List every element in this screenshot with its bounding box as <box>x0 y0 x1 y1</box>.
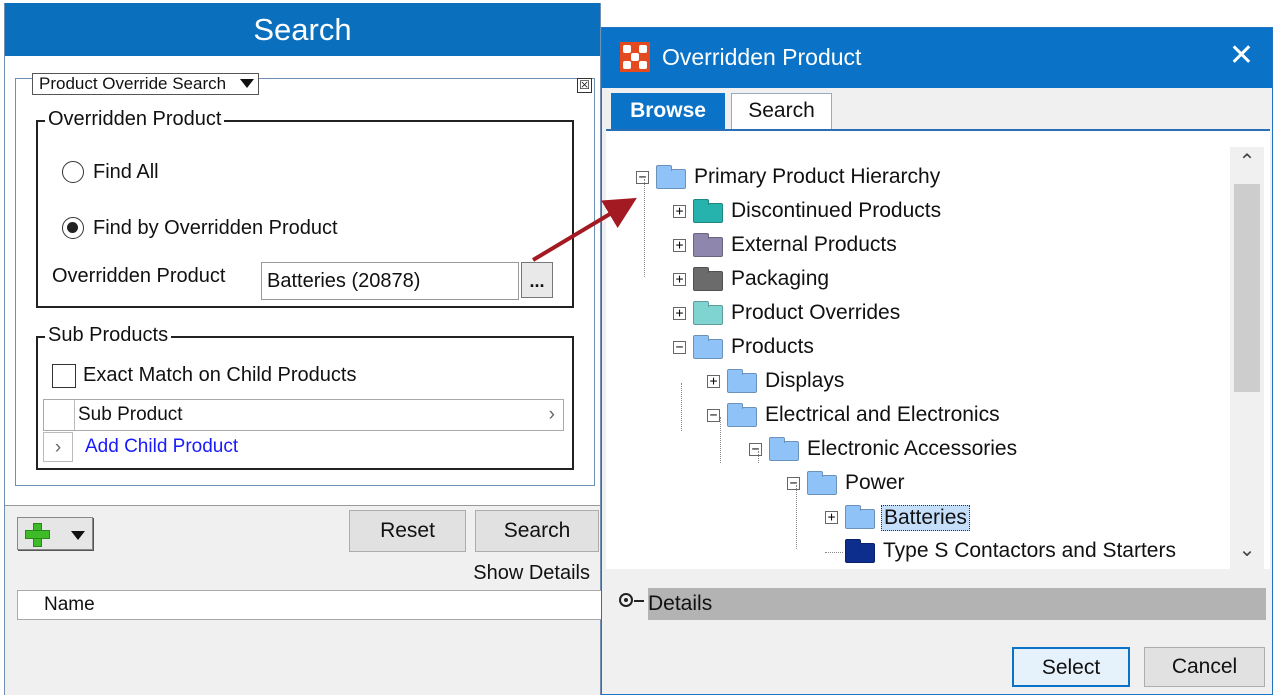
plus-icon-bar <box>25 530 50 539</box>
tree-item-label: Type S Contactors and Starters <box>883 539 1176 562</box>
reset-button[interactable]: Reset <box>349 510 466 552</box>
folder-icon <box>845 505 875 529</box>
exact-match-label: Exact Match on Child Products <box>83 364 357 386</box>
collapse-icon[interactable]: − <box>636 171 649 184</box>
tree-connector <box>720 417 721 463</box>
expand-icon[interactable]: + <box>673 307 686 320</box>
expand-icon[interactable]: + <box>673 205 686 218</box>
tree-item-label: Product Overrides <box>731 301 901 324</box>
search-criteria-area: Product Override Search ☒ Overridden Pro… <box>5 56 600 506</box>
search-toolbar: Reset Search Show Details Name <box>5 506 607 695</box>
sub-products-legend: Sub Products <box>45 324 172 346</box>
expand-icon[interactable]: + <box>673 239 686 252</box>
close-icon[interactable]: ✕ <box>1229 38 1254 73</box>
collapse-icon[interactable]: − <box>749 443 762 456</box>
tree-item-label: Products <box>731 335 814 358</box>
add-button[interactable] <box>17 517 93 550</box>
add-child-row[interactable]: › Add Child Product <box>43 432 564 464</box>
expand-icon[interactable]: + <box>673 273 686 286</box>
dialog-titlebar: Overridden Product ✕ <box>602 28 1272 88</box>
collapse-icon[interactable]: − <box>787 477 800 490</box>
tree-item-label: Discontinued Products <box>731 199 942 222</box>
search-type-label: Product Override Search <box>39 74 227 93</box>
chevron-down-icon <box>240 79 255 88</box>
select-button[interactable]: Select <box>1012 647 1130 687</box>
folder-icon <box>693 335 723 359</box>
overridden-product-field-label: Overridden Product <box>52 265 226 287</box>
tree-connector <box>796 485 797 549</box>
folder-icon <box>656 165 686 189</box>
sub-product-column-header: Sub Product <box>78 404 183 425</box>
tree-item-label: Electrical and Electronics <box>765 403 1000 426</box>
tree-item-label: Electronic Accessories <box>807 437 1018 460</box>
overridden-product-dialog: Overridden Product ✕ Browse Search − Prim… <box>601 27 1273 695</box>
sub-product-grid-header[interactable]: Sub Product › <box>43 399 564 431</box>
chevron-right-icon: › <box>548 404 555 425</box>
grid-column-divider <box>74 400 75 430</box>
folder-icon <box>693 199 723 223</box>
tree-item-label: Batteries <box>881 505 970 531</box>
details-toggle-line <box>634 600 644 602</box>
tab-search[interactable]: Search <box>731 93 832 129</box>
find-all-radio[interactable] <box>62 161 84 183</box>
find-by-overridden-label: Find by Overridden Product <box>93 217 338 239</box>
folder-icon <box>845 539 875 563</box>
results-name-header[interactable]: Name <box>17 590 607 620</box>
tree-item-label: External Products <box>731 233 897 256</box>
expand-icon[interactable]: + <box>707 375 720 388</box>
find-by-overridden-radio[interactable] <box>62 217 84 239</box>
product-tree: − Primary Product Hierarchy + Discontinued … <box>606 129 1270 569</box>
folder-icon <box>807 471 837 495</box>
overridden-product-input[interactable]: Batteries (20878) <box>261 262 519 300</box>
tree-item-label: Displays <box>765 369 845 392</box>
search-button[interactable]: Search <box>475 510 599 552</box>
folder-icon <box>693 233 723 257</box>
scroll-up-icon[interactable]: ⌃ <box>1230 149 1264 174</box>
expand-icon[interactable]: + <box>825 511 838 524</box>
search-type-dropdown[interactable]: Product Override Search <box>32 73 260 95</box>
tree-item-label: Packaging <box>731 267 830 290</box>
close-icon[interactable]: ☒ <box>577 78 592 93</box>
folder-icon <box>727 369 757 393</box>
folder-icon <box>727 403 757 427</box>
tree-item-label: Power <box>845 471 905 494</box>
folder-icon <box>693 267 723 291</box>
show-details-link[interactable]: Show Details <box>473 562 590 585</box>
chevron-down-icon <box>71 531 85 540</box>
app-icon <box>620 42 650 72</box>
find-all-label: Find All <box>93 161 159 183</box>
browse-button[interactable]: ... <box>521 262 553 298</box>
tree-connector <box>681 383 682 431</box>
scroll-thumb[interactable] <box>1234 184 1260 392</box>
search-panel: Search Product Override Search ☒ Overrid… <box>4 3 607 695</box>
cancel-button[interactable]: Cancel <box>1144 647 1265 687</box>
tree-connector <box>644 179 645 277</box>
add-child-product-link[interactable]: Add Child Product <box>85 432 238 462</box>
collapse-icon[interactable]: − <box>673 341 686 354</box>
details-toggle-icon[interactable] <box>619 593 633 607</box>
tree-connector <box>758 451 759 463</box>
scroll-down-icon[interactable]: ⌄ <box>1230 537 1264 562</box>
overridden-product-legend: Overridden Product <box>45 108 225 130</box>
tree-item-label: Primary Product Hierarchy <box>694 165 941 188</box>
tree-connector <box>825 552 843 553</box>
details-section[interactable]: Details <box>648 588 1266 620</box>
exact-match-checkbox[interactable] <box>52 364 76 388</box>
folder-icon <box>693 301 723 325</box>
collapse-icon[interactable]: − <box>707 409 720 422</box>
dialog-title: Overridden Product <box>662 44 862 70</box>
vertical-scrollbar[interactable]: ⌃ ⌄ <box>1230 147 1264 569</box>
chevron-right-icon: › <box>43 432 73 462</box>
folder-icon <box>769 437 799 461</box>
tab-browse[interactable]: Browse <box>611 93 725 129</box>
search-panel-title: Search <box>5 3 600 56</box>
